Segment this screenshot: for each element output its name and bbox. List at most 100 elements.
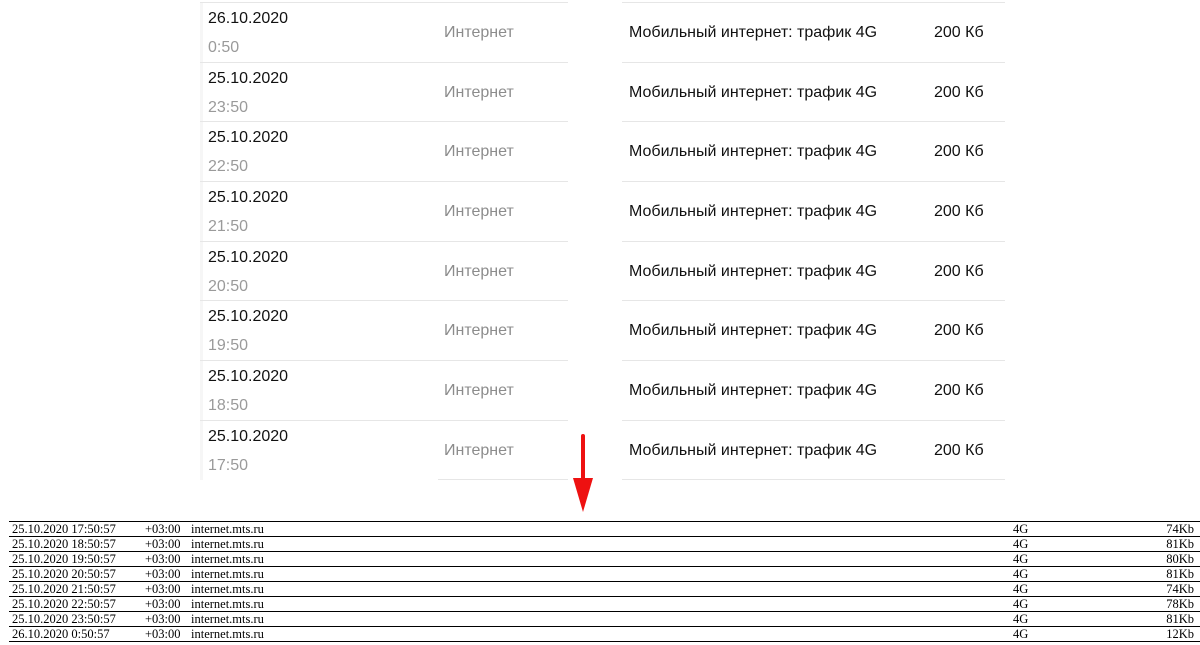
row-amount: 200 Кб	[934, 441, 984, 459]
log-network: 4G	[1013, 582, 1029, 596]
log-row: 25.10.2020 23:50:57 +03:00 internet.mts.…	[9, 612, 1200, 627]
log-timezone: +03:00	[145, 612, 181, 626]
row-type: Интернет	[444, 441, 514, 459]
row-description: Мобильный интернет: трафик 4G	[629, 203, 878, 221]
traffic-row[interactable]: 25.10.2020 22:50 Интернет Мобильный инте…	[200, 121, 1005, 182]
row-accent	[200, 360, 203, 420]
row-divider	[438, 240, 568, 242]
row-accent	[200, 300, 203, 361]
row-divider	[200, 121, 438, 123]
row-date: 25.10.2020	[208, 69, 289, 87]
row-description: Мобильный интернет: трафик 4G	[629, 83, 878, 101]
log-size: 80Kb	[1166, 552, 1194, 566]
row-time: 23:50	[208, 98, 249, 116]
row-type: Интернет	[444, 382, 514, 400]
row-accent	[200, 121, 203, 182]
row-date: 26.10.2020	[208, 10, 289, 27]
log-size: 81Kb	[1166, 612, 1194, 626]
traffic-detail-list: 26.10.2020 0:50 Интернет Мобильный интер…	[200, 2, 1005, 480]
row-type: Интернет	[444, 262, 514, 280]
log-size: 74Kb	[1166, 522, 1194, 536]
row-divider	[622, 2, 1005, 3]
row-divider	[200, 240, 438, 242]
row-type: Интернет	[444, 24, 514, 41]
traffic-row[interactable]: 25.10.2020 17:50 Интернет Мобильный инте…	[200, 419, 1005, 480]
row-type: Интернет	[444, 83, 514, 101]
row-divider	[200, 2, 438, 3]
traffic-row[interactable]: 25.10.2020 21:50 Интернет Мобильный инте…	[200, 181, 1005, 241]
log-datetime: 25.10.2020 17:50:57	[12, 522, 116, 536]
traffic-row[interactable]: 25.10.2020 23:50 Интернет Мобильный инте…	[200, 61, 1005, 122]
row-accent	[200, 240, 203, 301]
row-time: 17:50	[208, 456, 249, 474]
log-datetime: 25.10.2020 18:50:57	[12, 537, 116, 551]
row-time: 20:50	[208, 277, 249, 295]
arrow-down-icon	[573, 434, 593, 512]
log-row: 25.10.2020 17:50:57 +03:00 internet.mts.…	[9, 522, 1200, 537]
log-row: 25.10.2020 22:50:57 +03:00 internet.mts.…	[9, 597, 1200, 612]
list-bottom-divider	[622, 479, 1005, 480]
log-timezone: +03:00	[145, 627, 181, 641]
row-accent	[200, 419, 203, 480]
log-timezone: +03:00	[145, 552, 181, 566]
log-host: internet.mts.ru	[191, 522, 264, 536]
row-type: Интернет	[444, 322, 514, 340]
row-divider	[622, 121, 1005, 123]
log-network: 4G	[1013, 552, 1029, 566]
row-divider	[622, 181, 1005, 183]
row-divider	[622, 61, 1005, 63]
log-host: internet.mts.ru	[191, 597, 264, 611]
log-timezone: +03:00	[145, 597, 181, 611]
log-host: internet.mts.ru	[191, 552, 264, 566]
log-network: 4G	[1013, 567, 1029, 581]
row-time: 22:50	[208, 158, 249, 176]
row-description: Мобильный интернет: трафик 4G	[629, 382, 878, 400]
row-type: Интернет	[444, 203, 514, 221]
row-time: 0:50	[208, 39, 240, 56]
log-network: 4G	[1013, 597, 1029, 611]
row-amount: 200 Кб	[934, 83, 984, 101]
log-host: internet.mts.ru	[191, 537, 264, 551]
row-amount: 200 Кб	[934, 382, 984, 400]
log-datetime: 26.10.2020 0:50:57	[12, 627, 110, 641]
row-time: 19:50	[208, 337, 249, 355]
traffic-row[interactable]: 25.10.2020 19:50 Интернет Мобильный инте…	[200, 300, 1005, 361]
log-row: 26.10.2020 0:50:57 +03:00 internet.mts.r…	[9, 627, 1200, 642]
log-network: 4G	[1013, 612, 1029, 626]
row-divider	[438, 419, 568, 421]
log-network: 4G	[1013, 627, 1029, 641]
row-description: Мобильный интернет: трафик 4G	[629, 143, 878, 161]
row-accent	[200, 2, 203, 62]
row-date: 25.10.2020	[208, 189, 289, 207]
log-host: internet.mts.ru	[191, 627, 264, 641]
row-amount: 200 Кб	[934, 322, 984, 340]
list-bottom-divider	[438, 479, 568, 480]
log-datetime: 25.10.2020 22:50:57	[12, 597, 116, 611]
traffic-row[interactable]: 25.10.2020 18:50 Интернет Мобильный инте…	[200, 360, 1005, 420]
row-divider	[200, 360, 438, 362]
log-datetime: 25.10.2020 23:50:57	[12, 612, 116, 626]
log-timezone: +03:00	[145, 582, 181, 596]
row-divider	[622, 360, 1005, 362]
row-accent	[200, 61, 203, 122]
row-divider	[200, 300, 438, 302]
row-date: 25.10.2020	[208, 129, 289, 147]
row-description: Мобильный интернет: трафик 4G	[629, 322, 878, 340]
log-row: 25.10.2020 18:50:57 +03:00 internet.mts.…	[9, 537, 1200, 552]
traffic-row[interactable]: 26.10.2020 0:50 Интернет Мобильный интер…	[200, 2, 1005, 62]
log-host: internet.mts.ru	[191, 612, 264, 626]
log-network: 4G	[1013, 537, 1029, 551]
log-datetime: 25.10.2020 20:50:57	[12, 567, 116, 581]
log-row: 25.10.2020 21:50:57 +03:00 internet.mts.…	[9, 582, 1200, 597]
log-size: 78Kb	[1166, 597, 1194, 611]
row-divider	[200, 61, 438, 63]
log-host: internet.mts.ru	[191, 567, 264, 581]
row-date: 25.10.2020	[208, 308, 289, 326]
row-amount: 200 Кб	[934, 24, 984, 41]
row-amount: 200 Кб	[934, 262, 984, 280]
log-host: internet.mts.ru	[191, 582, 264, 596]
row-description: Мобильный интернет: трафик 4G	[629, 441, 878, 459]
row-date: 25.10.2020	[208, 368, 289, 386]
traffic-row[interactable]: 25.10.2020 20:50 Интернет Мобильный инте…	[200, 240, 1005, 301]
row-type: Интернет	[444, 143, 514, 161]
